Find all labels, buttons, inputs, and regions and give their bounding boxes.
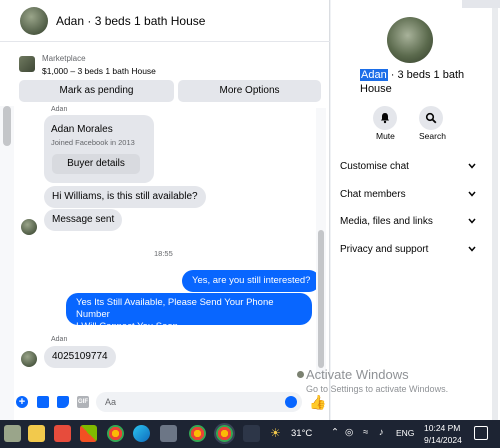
listing-thumbnail[interactable] bbox=[19, 56, 35, 72]
window-controls-strip bbox=[462, 0, 500, 8]
search-icon bbox=[425, 112, 437, 124]
buyer-name: Adan Morales bbox=[51, 124, 113, 135]
incoming-message: Message sent bbox=[44, 209, 123, 231]
mark-as-pending-button[interactable]: Mark as pending bbox=[19, 80, 174, 102]
search-label: Search bbox=[419, 131, 446, 141]
menu-customise-chat[interactable]: Customise chat bbox=[340, 161, 480, 177]
outgoing-message-line: I Will Connect You Soon bbox=[76, 321, 178, 332]
tray-chevron-up-icon[interactable]: ⌃ bbox=[331, 427, 339, 438]
chevron-down-icon bbox=[468, 246, 476, 252]
edge-icon[interactable] bbox=[133, 425, 150, 442]
chrome-icon[interactable] bbox=[189, 425, 206, 442]
clock-date[interactable]: 9/14/2024 bbox=[424, 435, 462, 445]
outgoing-message-multiline: Yes Its Still Available, Please Send You… bbox=[66, 293, 312, 332]
buyer-details-button[interactable]: Buyer details bbox=[52, 154, 140, 174]
buyer-joined-text: Joined Facebook in 2013 bbox=[51, 138, 135, 147]
incoming-message: Hi Williams, is this still available? bbox=[44, 186, 206, 208]
message-timestamp: 18:55 bbox=[154, 249, 173, 258]
info-contact-name: Adan · 3 beds 1 bath House bbox=[360, 68, 480, 96]
mute-button[interactable] bbox=[373, 106, 397, 130]
left-scrollbar[interactable] bbox=[0, 106, 14, 420]
menu-label: Media, files and links bbox=[340, 216, 433, 227]
image-icon[interactable] bbox=[37, 396, 49, 408]
weather-icon[interactable]: ☀ bbox=[270, 426, 281, 440]
listing-title[interactable]: $1,000 – 3 beds 1 bath House bbox=[42, 66, 156, 76]
chrome-active-icon[interactable] bbox=[216, 425, 233, 442]
chrome-icon[interactable] bbox=[107, 425, 124, 442]
marketplace-label: Marketplace bbox=[42, 54, 86, 63]
menu-label: Chat members bbox=[340, 189, 406, 200]
sender-name: Adan bbox=[51, 336, 68, 343]
thumbs-up-icon[interactable]: 👍 bbox=[309, 394, 326, 411]
info-scrollbar[interactable] bbox=[490, 8, 500, 420]
chevron-down-icon bbox=[468, 163, 476, 169]
clock-time[interactable]: 10:24 PM bbox=[424, 423, 460, 433]
volume-icon[interactable]: ♪ bbox=[379, 427, 384, 438]
selected-name-text[interactable]: Adan bbox=[360, 69, 388, 81]
conversation-info-panel bbox=[331, 0, 490, 420]
more-options-button[interactable]: More Options bbox=[178, 80, 321, 102]
contact-avatar[interactable] bbox=[20, 6, 48, 35]
info-scrollbar-thumb[interactable] bbox=[492, 8, 498, 420]
notifications-icon[interactable] bbox=[474, 426, 488, 440]
menu-label: Customise chat bbox=[340, 161, 409, 172]
app-icon[interactable] bbox=[160, 425, 177, 442]
sticker-icon[interactable] bbox=[57, 396, 69, 408]
message-input-placeholder: Aa bbox=[105, 397, 117, 407]
menu-label: Privacy and support bbox=[340, 244, 429, 255]
store-icon[interactable] bbox=[80, 425, 97, 442]
tray-avatar-icon bbox=[297, 371, 304, 378]
menu-privacy-support[interactable]: Privacy and support bbox=[340, 244, 480, 260]
network-icon[interactable]: ◎ bbox=[345, 427, 353, 438]
info-avatar[interactable] bbox=[387, 17, 433, 63]
outgoing-message: Yes, are you still interested? bbox=[182, 270, 321, 292]
chat-scrollbar[interactable] bbox=[316, 108, 326, 378]
bell-icon bbox=[381, 113, 389, 124]
message-input[interactable] bbox=[96, 392, 302, 412]
wifi-icon[interactable]: ≈ bbox=[363, 427, 368, 438]
peer-avatar bbox=[21, 219, 37, 235]
chat-title[interactable]: Adan · 3 beds 1 bath House bbox=[56, 14, 205, 28]
app-icon[interactable] bbox=[243, 425, 260, 442]
mute-label: Mute bbox=[376, 131, 395, 141]
emoji-icon[interactable] bbox=[285, 396, 297, 408]
activate-windows-subtitle: Go to Settings to activate Windows. bbox=[306, 384, 449, 394]
chat-scrollbar-thumb[interactable] bbox=[318, 230, 324, 368]
plus-icon[interactable]: + bbox=[16, 396, 28, 408]
mail-icon[interactable] bbox=[54, 425, 71, 442]
left-scrollbar-thumb[interactable] bbox=[3, 106, 11, 146]
incoming-message: 4025109774 bbox=[44, 346, 116, 368]
menu-chat-members[interactable]: Chat members bbox=[340, 189, 480, 205]
activate-windows-title: Activate Windows bbox=[306, 367, 409, 382]
gif-icon[interactable]: GIF bbox=[77, 396, 89, 408]
language-indicator[interactable]: ENG bbox=[396, 428, 414, 438]
sender-name: Adan bbox=[51, 106, 68, 113]
outgoing-message-line: Yes Its Still Available, Please Send You… bbox=[76, 297, 274, 320]
taskbar-app-icon[interactable] bbox=[4, 425, 21, 442]
chevron-down-icon bbox=[468, 191, 476, 197]
search-button[interactable] bbox=[419, 106, 443, 130]
chat-header: Adan · 3 beds 1 bath House bbox=[0, 0, 330, 42]
menu-media-files-links[interactable]: Media, files and links bbox=[340, 216, 480, 232]
temperature[interactable]: 31°C bbox=[291, 428, 312, 439]
peer-avatar bbox=[21, 351, 37, 367]
chevron-down-icon bbox=[468, 218, 476, 224]
file-explorer-icon[interactable] bbox=[28, 425, 45, 442]
